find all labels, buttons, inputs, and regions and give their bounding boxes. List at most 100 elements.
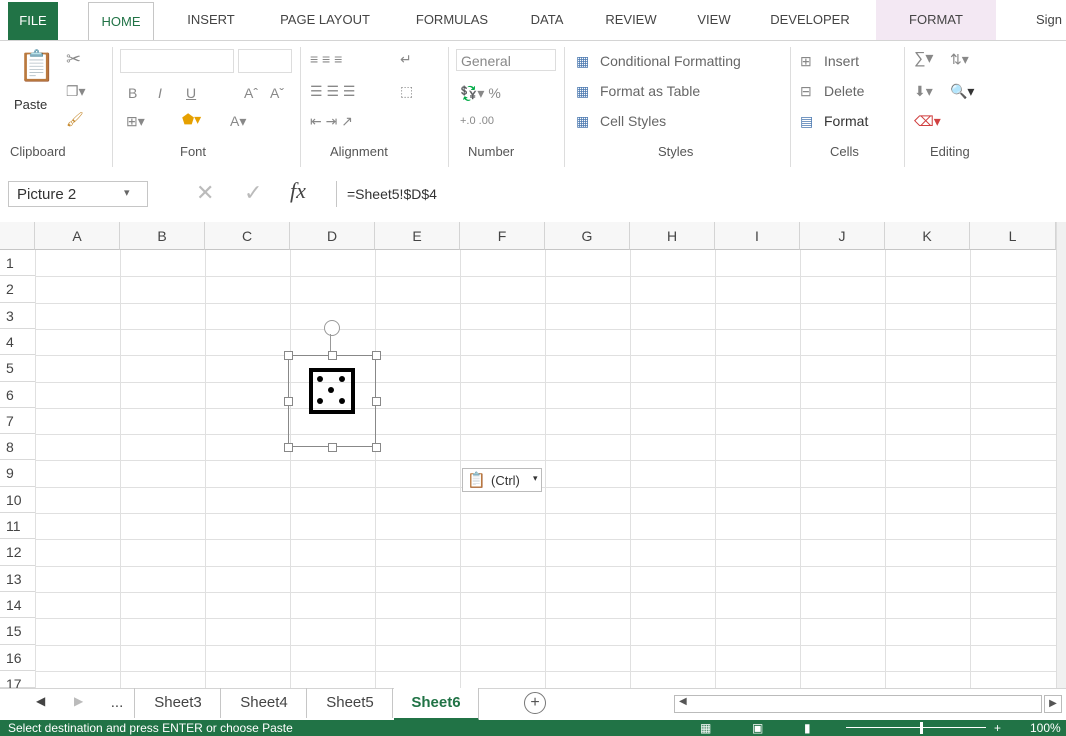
tab-format[interactable]: FORMAT	[876, 0, 996, 40]
zoom-level[interactable]: 100%	[1030, 720, 1061, 736]
next-sheet-icon[interactable]: ▶	[74, 694, 83, 708]
wrap-text-icon[interactable]: ↵	[400, 51, 412, 67]
column-header-f[interactable]: F	[460, 222, 545, 250]
column-header-j[interactable]: J	[800, 222, 885, 250]
italic-icon[interactable]: I	[158, 85, 162, 101]
column-header-e[interactable]: E	[375, 222, 460, 250]
row-header-11[interactable]: 11	[0, 513, 35, 539]
column-header-h[interactable]: H	[630, 222, 715, 250]
prev-sheet-icon[interactable]: ◀	[36, 694, 45, 708]
borders-icon[interactable]: ⊞▾	[126, 113, 145, 129]
row-header-9[interactable]: 9	[0, 460, 35, 487]
tab-file[interactable]: FILE	[8, 2, 58, 40]
font-color-icon[interactable]: A▾	[230, 113, 246, 129]
column-header-b[interactable]: B	[120, 222, 205, 250]
row-header-7[interactable]: 7	[0, 408, 35, 434]
tab-data[interactable]: DATA	[520, 0, 574, 40]
page-break-view-icon[interactable]: ▮	[804, 720, 811, 736]
delete-cells-button[interactable]: Delete	[824, 83, 864, 99]
indent-icon[interactable]: ⇤ ⇥ ↗	[310, 113, 353, 129]
clear-icon[interactable]: ⌫▾	[914, 113, 941, 129]
sheet-tab-sheet4[interactable]: Sheet4	[222, 688, 307, 718]
align-top-icon[interactable]: ≡ ≡ ≡	[310, 51, 342, 67]
row-header-4[interactable]: 4	[0, 329, 35, 355]
tab-review[interactable]: REVIEW	[596, 0, 666, 40]
normal-view-icon[interactable]: ▦	[700, 720, 711, 736]
column-header-g[interactable]: G	[545, 222, 630, 250]
column-header-k[interactable]: K	[885, 222, 970, 250]
row-header-14[interactable]: 14	[0, 592, 35, 618]
row-header-5[interactable]: 5	[0, 355, 35, 382]
selected-picture[interactable]	[288, 355, 376, 447]
format-as-table-button[interactable]: Format as Table	[600, 83, 700, 99]
align-left-icon[interactable]: ☰ ☰ ☰	[310, 83, 355, 99]
select-all-corner[interactable]	[0, 222, 35, 250]
resize-handle[interactable]	[284, 397, 293, 406]
increase-font-icon[interactable]: Aˆ	[244, 85, 258, 101]
row-header-17[interactable]: 17	[0, 671, 35, 692]
zoom-in-icon[interactable]: +	[994, 720, 1001, 736]
column-header-i[interactable]: I	[715, 222, 800, 250]
row-header-15[interactable]: 15	[0, 618, 35, 645]
cancel-icon[interactable]: ✕	[196, 180, 214, 206]
row-header-8[interactable]: 8	[0, 434, 35, 460]
insert-cells-button[interactable]: Insert	[824, 53, 859, 69]
row-header-6[interactable]: 6	[0, 382, 35, 408]
fill-color-icon[interactable]: ⬟▾	[182, 111, 201, 127]
tab-page-layout[interactable]: PAGE LAYOUT	[268, 0, 382, 40]
more-sheets-button[interactable]: ...	[100, 688, 135, 718]
row-header-13[interactable]: 13	[0, 566, 35, 592]
column-header-c[interactable]: C	[205, 222, 290, 250]
row-header-16[interactable]: 16	[0, 645, 35, 671]
resize-handle[interactable]	[328, 443, 337, 452]
add-sheet-icon[interactable]: +	[524, 692, 546, 714]
column-header-l[interactable]: L	[970, 222, 1056, 250]
copy-icon[interactable]: ❐▾	[66, 83, 86, 99]
paste-icon[interactable]: 📋	[18, 51, 55, 83]
tab-view[interactable]: VIEW	[688, 0, 740, 40]
tab-home[interactable]: HOME	[88, 2, 154, 41]
sheet-tab-sheet3[interactable]: Sheet3	[136, 688, 221, 718]
resize-handle[interactable]	[372, 397, 381, 406]
autosum-icon[interactable]: ∑▾	[914, 51, 933, 67]
paste-button[interactable]: Paste	[14, 97, 47, 112]
sheet-tab-sheet5[interactable]: Sheet5	[308, 688, 393, 718]
rotate-handle[interactable]	[324, 320, 340, 336]
format-painter-icon[interactable]: 🖌	[66, 111, 84, 127]
horizontal-scrollbar[interactable]: ◀	[674, 695, 1042, 713]
paste-options-button[interactable]: 📋 (Ctrl) ▾	[462, 468, 542, 492]
column-header-d[interactable]: D	[290, 222, 375, 250]
zoom-slider-thumb[interactable]	[920, 722, 923, 734]
format-cells-button[interactable]: Format	[824, 113, 868, 129]
scroll-left-icon[interactable]: ◀	[679, 696, 687, 707]
row-header-2[interactable]: 2	[0, 276, 35, 303]
resize-handle[interactable]	[328, 351, 337, 360]
font-size-dropdown[interactable]	[238, 49, 292, 73]
font-name-dropdown[interactable]	[120, 49, 234, 73]
resize-handle[interactable]	[284, 443, 293, 452]
zoom-slider[interactable]	[846, 727, 986, 728]
tab-sign-in[interactable]: Sign	[1036, 0, 1066, 40]
column-header-a[interactable]: A	[35, 222, 120, 250]
vertical-scrollbar[interactable]	[1056, 222, 1066, 688]
page-layout-view-icon[interactable]: ▣	[752, 720, 763, 736]
row-header-12[interactable]: 12	[0, 539, 35, 566]
resize-handle[interactable]	[372, 351, 381, 360]
conditional-formatting-button[interactable]: Conditional Formatting	[600, 53, 741, 69]
bold-icon[interactable]: B	[128, 85, 137, 101]
find-select-icon[interactable]: 🔍▾	[950, 83, 974, 99]
fill-icon[interactable]: ⬇▾	[914, 83, 933, 99]
cell-styles-button[interactable]: Cell Styles	[600, 113, 666, 129]
insert-function-icon[interactable]: fx	[290, 178, 306, 204]
tab-developer[interactable]: DEVELOPER	[760, 0, 860, 40]
row-header-1[interactable]: 1	[0, 250, 35, 276]
resize-handle[interactable]	[372, 443, 381, 452]
name-box-dropdown-icon[interactable]: ▾	[124, 186, 130, 199]
scroll-right-icon[interactable]: ▶	[1044, 695, 1062, 713]
decimal-icon[interactable]: +.0 .00	[460, 113, 494, 129]
row-header-10[interactable]: 10	[0, 487, 35, 513]
enter-icon[interactable]: ✓	[244, 180, 262, 206]
formula-input[interactable]: =Sheet5!$D$4	[336, 181, 1066, 207]
row-header-3[interactable]: 3	[0, 303, 35, 329]
accounting-icon[interactable]: 💱▾ %	[460, 85, 501, 101]
